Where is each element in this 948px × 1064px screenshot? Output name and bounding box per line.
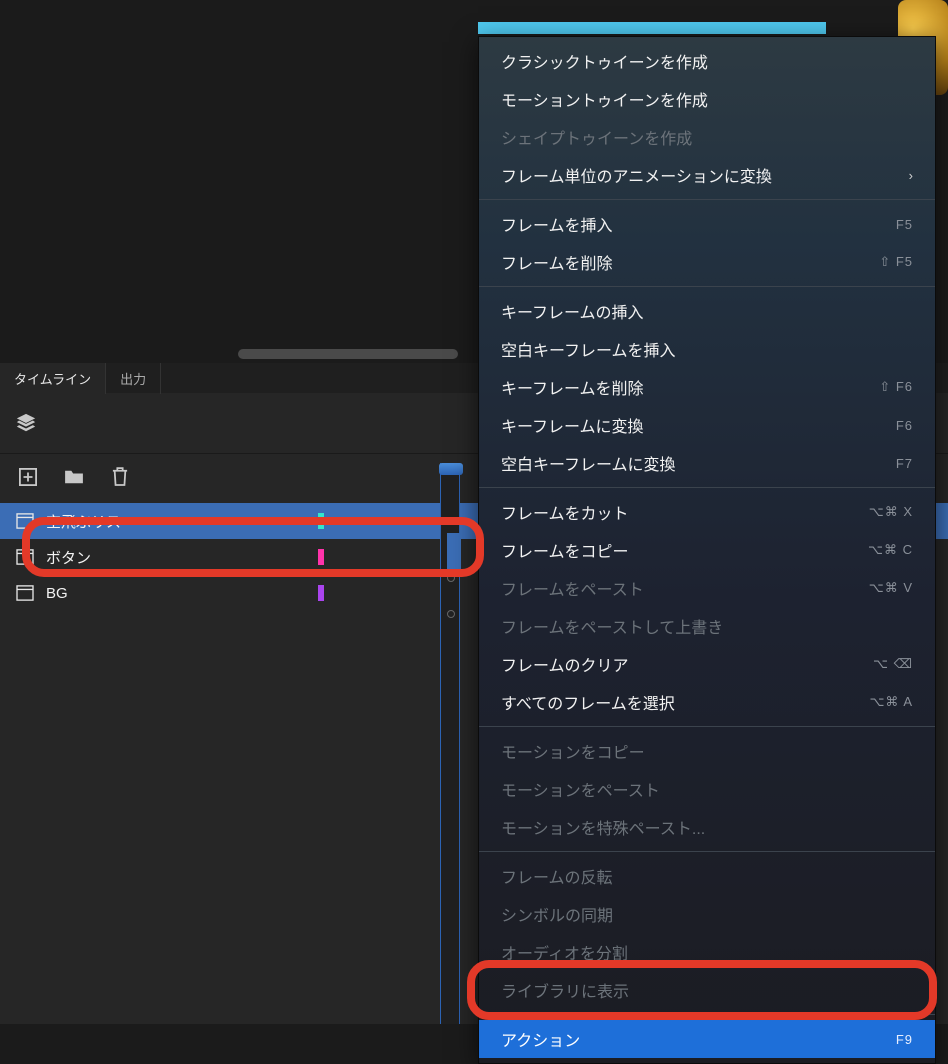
layer-name: 空飛ぶリス [46,511,121,532]
context-menu-item[interactable]: フレームをコピー ⌥⌘ C [479,531,935,569]
context-menu-shortcut: ⌥⌘ V [869,580,913,596]
context-menu-item[interactable]: 空白キーフレームに変換 F7 [479,444,935,482]
context-menu-label: モーショントゥイーンを作成 [501,87,708,111]
context-menu-label: フレームをペーストして上書き [501,614,723,638]
context-menu-label: 空白キーフレームに変換 [501,451,676,475]
selected-frame-bar [478,22,826,34]
layer-page-icon [16,549,34,565]
context-menu-separator [479,487,935,488]
context-menu-label: アクション [501,1027,580,1051]
context-menu-item: モーションを特殊ペースト... [479,808,935,846]
context-menu-separator [479,1014,935,1015]
context-menu-separator [479,851,935,852]
context-menu-label: フレームのクリア [501,652,629,676]
layer-page-icon [16,585,34,601]
context-menu-item[interactable]: フレームを挿入 F5 [479,205,935,243]
context-menu-label: モーションを特殊ペースト... [501,815,705,839]
new-folder-icon[interactable] [60,463,88,491]
context-menu-item: オーディオを分割 [479,933,935,971]
context-menu-item[interactable]: フレーム単位のアニメーションに変換 › [479,156,935,194]
context-menu-item: フレームをペースト ⌥⌘ V [479,569,935,607]
context-menu-label: クラシックトゥイーンを作成 [501,49,708,73]
context-menu-label: フレームをペースト [501,576,644,600]
context-menu-label: フレームを挿入 [501,212,613,236]
context-menu-label: フレームの反転 [501,864,613,888]
horizontal-scrollbar[interactable] [238,349,458,359]
context-menu-label: フレームを削除 [501,250,613,274]
context-menu-shortcut: F7 [896,456,913,471]
context-menu-label: すべてのフレームを選択 [501,690,675,714]
context-menu-shortcut: ⇧ F6 [879,379,913,395]
context-menu-item: フレームをペーストして上書き [479,607,935,645]
context-menu-separator [479,286,935,287]
delete-layer-icon[interactable] [106,463,134,491]
context-menu-shortcut: ⌥⌘ A [869,694,913,710]
context-menu-item[interactable]: 空白キーフレームを挿入 [479,330,935,368]
context-menu-item[interactable]: フレームのクリア ⌥ ⌫ [479,645,935,683]
context-menu-label: フレーム単位のアニメーションに変換 [501,163,772,187]
context-menu-label: オーディオを分割 [501,940,628,964]
context-menu-item: シェイプトゥイーンを作成 [479,118,935,156]
context-menu-item[interactable]: フレームを削除 ⇧ F5 [479,243,935,281]
context-menu-label: キーフレームに変換 [501,413,644,437]
tab-output[interactable]: 出力 [106,363,161,394]
context-menu-label: フレームをコピー [501,538,629,562]
frame-selection[interactable] [447,533,461,569]
context-menu-item[interactable]: キーフレームに変換 F6 [479,406,935,444]
context-menu-shortcut: ⌥⌘ X [869,504,913,520]
frame-context-menu: クラシックトゥイーンを作成モーショントゥイーンを作成シェイプトゥイーンを作成フレ… [478,36,936,1064]
context-menu-label: シンボルの同期 [501,902,613,926]
context-menu-item: モーションをペースト [479,770,935,808]
context-menu-item: フレームの反転 [479,857,935,895]
context-menu-item[interactable]: アクション F9 [479,1020,935,1058]
context-menu-item: モーションをコピー [479,732,935,770]
context-menu-shortcut: ⌥ ⌫ [873,656,913,672]
chevron-right-icon: › [909,168,913,183]
context-menu-item[interactable]: キーフレームを削除 ⇧ F6 [479,368,935,406]
context-menu-label: フレームをカット [501,500,629,524]
tab-timeline[interactable]: タイムライン [0,363,106,394]
layer-name: BG [46,585,68,602]
context-menu-label: キーフレームを削除 [501,375,644,399]
context-menu-item[interactable]: モーショントゥイーンを作成 [479,80,935,118]
context-menu-item[interactable]: すべてのフレームを選択 ⌥⌘ A [479,683,935,721]
keyframe-marker[interactable] [447,574,455,582]
context-menu-separator [479,726,935,727]
context-menu-item[interactable]: フレームをカット ⌥⌘ X [479,493,935,531]
layer-name: ボタン [46,547,91,568]
layer-color-swatch[interactable] [318,549,324,565]
layers-icon[interactable] [12,409,40,437]
context-menu-item[interactable]: キーフレームの挿入 [479,292,935,330]
context-menu-shortcut: F5 [896,217,913,232]
context-menu-item[interactable]: クラシックトゥイーンを作成 [479,42,935,80]
context-menu-label: キーフレームの挿入 [501,299,644,323]
layer-color-swatch[interactable] [318,513,324,529]
new-layer-icon[interactable] [14,463,42,491]
context-menu-item: ライブラリに表示 [479,971,935,1009]
context-menu-label: モーションをペースト [501,777,660,801]
context-menu-label: シェイプトゥイーンを作成 [501,125,692,149]
keyframe-marker[interactable] [447,610,455,618]
context-menu-shortcut: ⌥⌘ C [868,542,913,558]
context-menu-separator [479,199,935,200]
context-menu-shortcut: F6 [896,418,913,433]
layer-page-icon [16,513,34,529]
layer-color-swatch[interactable] [318,585,324,601]
context-menu-shortcut: ⇧ F5 [879,254,913,270]
context-menu-label: 空白キーフレームを挿入 [501,337,676,361]
context-menu-label: ライブラリに表示 [501,978,629,1002]
context-menu-label: モーションをコピー [501,739,645,763]
context-menu-shortcut: F9 [896,1032,913,1047]
context-menu-item: シンボルの同期 [479,895,935,933]
